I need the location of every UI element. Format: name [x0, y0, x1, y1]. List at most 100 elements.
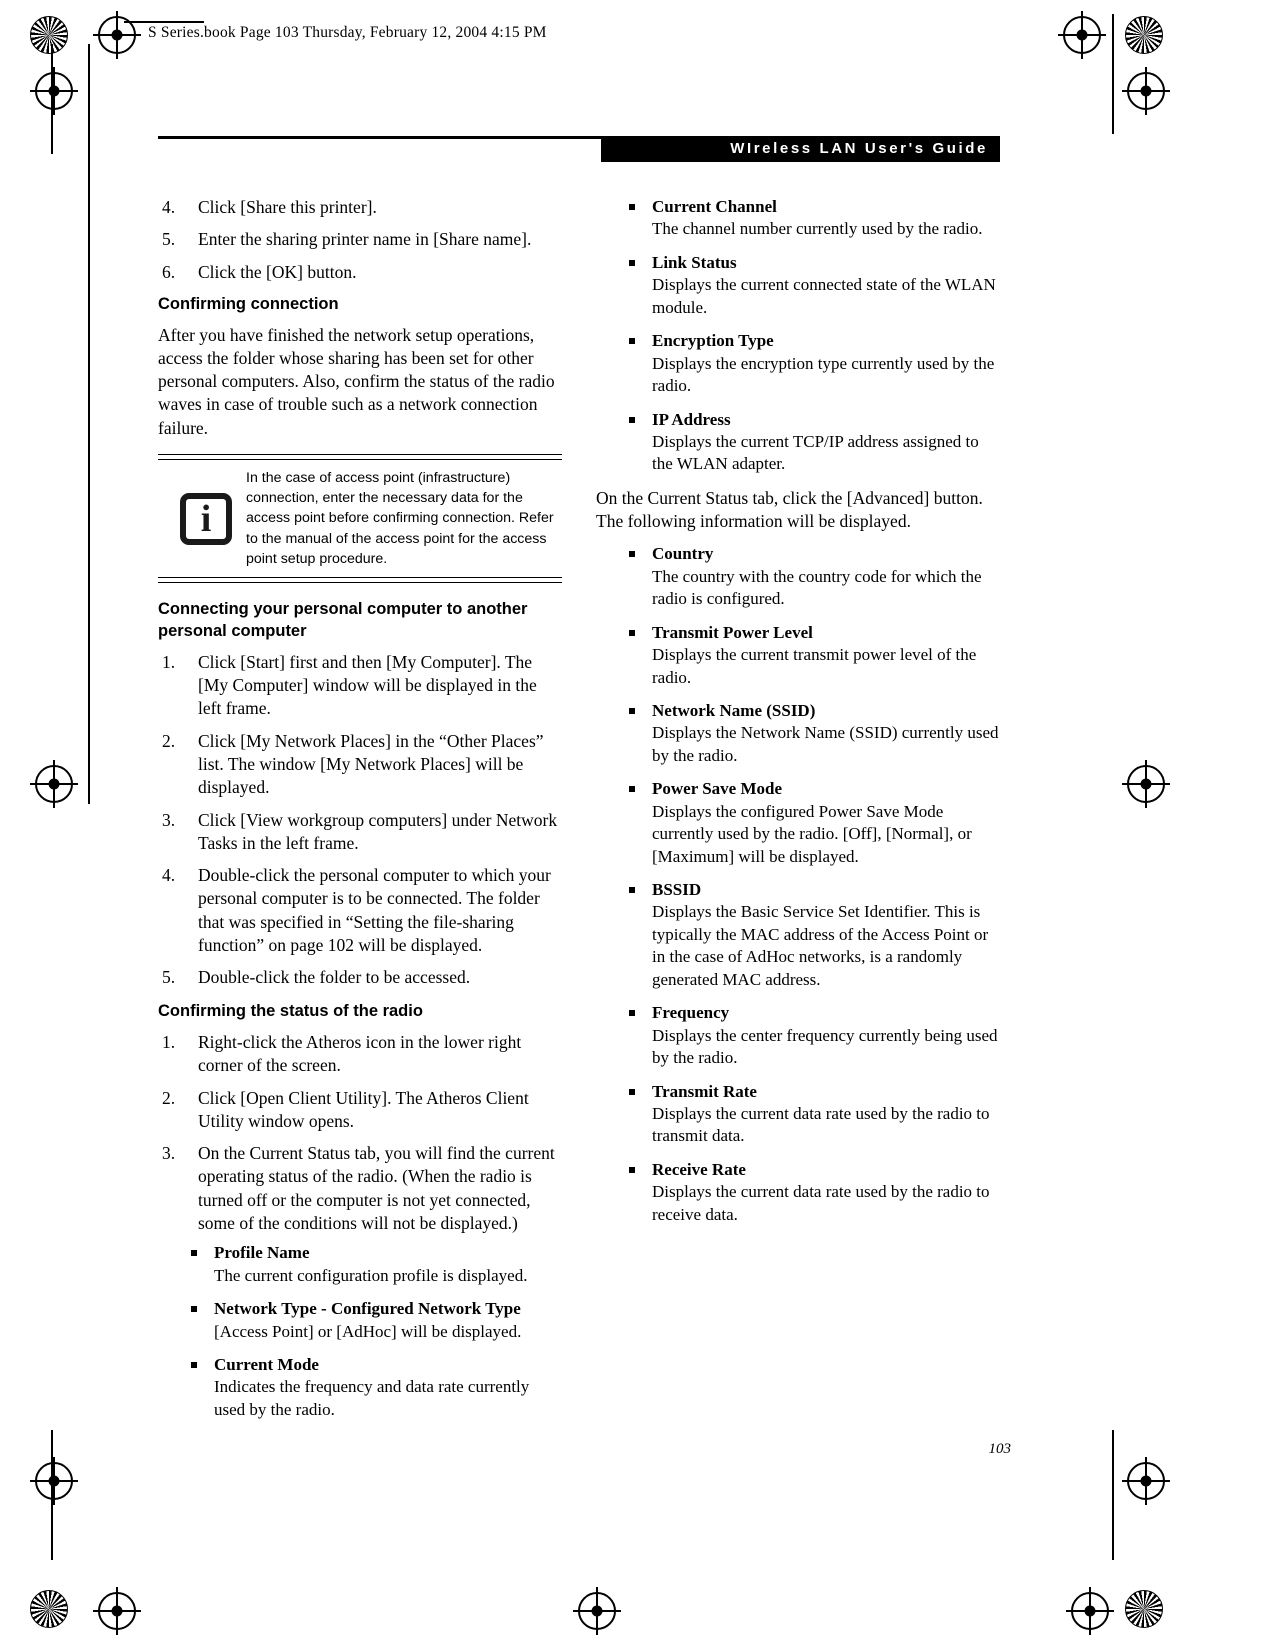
section-heading-status: Confirming the status of the radio: [158, 1002, 423, 1021]
section-heading-confirming-connection: Confirming connection: [158, 294, 339, 313]
paragraph-confirming-connection: After you have finished the network setu…: [158, 324, 555, 438]
definition-text: Displays the Basic Service Set Identifie…: [652, 902, 989, 989]
definition-term: Frequency: [652, 1003, 730, 1023]
list-item-text: Click the [OK] button.: [198, 261, 357, 282]
page-number: 103: [988, 1441, 1012, 1457]
list-item: 2. Click [Open Client Utility]. The Athe…: [158, 1087, 562, 1134]
note-rule-bottom: [158, 577, 562, 584]
square-bullet-icon: [629, 1010, 635, 1017]
definition-item: Frequency Displays the center frequency …: [624, 1002, 1000, 1069]
definition-item: Power Save Mode Displays the configured …: [624, 778, 1000, 868]
list-item-text: Double-click the personal computer to wh…: [198, 865, 551, 955]
definition-item: Network Type - Configured Network Type […: [186, 1298, 562, 1343]
definition-text: The country with the country code for wh…: [652, 566, 982, 609]
list-item-number: 5.: [162, 229, 176, 250]
definition-text: Displays the center frequency currently …: [652, 1025, 998, 1068]
list-item: 3. Click [View workgroup computers] unde…: [158, 809, 562, 856]
square-bullet-icon: [629, 551, 635, 558]
definition-text: Displays the current data rate used by t…: [652, 1182, 990, 1224]
list-item-text: Enter the sharing printer name in [Share…: [198, 229, 532, 250]
list-item-number: 5.: [162, 967, 176, 988]
file-header-rule: [124, 21, 204, 23]
definition-item: Transmit Rate Displays the current data …: [624, 1081, 1000, 1148]
list-item: 2. Click [My Network Places] in the “Oth…: [158, 730, 562, 800]
list-item-number: 1.: [162, 651, 176, 672]
list-item-number: 4.: [162, 197, 176, 217]
definition-term: Current Mode: [214, 1355, 319, 1374]
square-bullet-icon: [629, 338, 635, 345]
list-item: 4. Double-click the personal computer to…: [158, 864, 562, 957]
list-item-number: 2.: [162, 1087, 176, 1108]
list-item: 3. On the Current Status tab, you will f…: [158, 1142, 562, 1235]
running-head-banner: WIreless LAN User's Guide: [601, 136, 1000, 162]
definition-item: Network Name (SSID) Displays the Network…: [624, 700, 1000, 767]
definition-term: Link Status: [652, 252, 737, 272]
definition-term: Network Name (SSID): [652, 700, 816, 720]
definition-term: Power Save Mode: [652, 779, 782, 799]
list-item-number: 3.: [162, 809, 176, 830]
note-box-inner: i In the case of access point (infrastru…: [158, 460, 562, 577]
definition-term: Current Channel: [652, 197, 777, 216]
list-item-text: Click [View workgroup computers] under N…: [198, 809, 558, 853]
square-bullet-icon: [191, 1250, 197, 1257]
definition-text: Displays the encryption type currently u…: [652, 353, 995, 396]
square-bullet-icon: [629, 1166, 635, 1173]
list-item-number: 6.: [162, 261, 176, 282]
list-item-text: Double-click the folder to be accessed.: [198, 967, 471, 988]
definition-term: Profile Name: [214, 1243, 310, 1263]
square-bullet-icon: [629, 259, 635, 266]
list-item: 5. Enter the sharing printer name in [Sh…: [158, 228, 562, 251]
list-item-number: 1.: [162, 1032, 176, 1053]
list-item-text: Right-click the Atheros icon in the lowe…: [198, 1032, 522, 1076]
file-header-text: S Series.book Page 103 Thursday, Februar…: [148, 24, 547, 41]
definition-item: Profile Name The current configuration p…: [186, 1242, 562, 1287]
square-bullet-icon: [629, 416, 635, 423]
square-bullet-icon: [191, 1362, 197, 1368]
list-item: 6. Click the [OK] button.: [158, 261, 562, 284]
left-column: 4. Click [Share this printer]. 5. Enter …: [158, 196, 562, 1432]
square-bullet-icon: [191, 1306, 197, 1313]
definition-term: Transmit Power Level: [652, 622, 813, 642]
note-box: i In the case of access point (infrastru…: [158, 453, 562, 584]
definition-item: Current Mode Indicates the frequency and…: [186, 1354, 562, 1421]
definition-text: Displays the configured Power Save Mode …: [652, 801, 972, 866]
definition-item: Transmit Power Level Displays the curren…: [624, 622, 1000, 689]
paragraph-advanced: On the Current Status tab, click the [Ad…: [596, 487, 983, 532]
list-item-number: 4.: [162, 865, 176, 886]
list-item-text: Click [My Network Places] in the “Other …: [198, 730, 544, 798]
definition-item: IP Address Displays the current TCP/IP a…: [624, 409, 1000, 476]
definition-item: Encryption Type Displays the encryption …: [624, 330, 1000, 397]
definition-term: Receive Rate: [652, 1159, 746, 1179]
definition-term: Network Type - Configured Network Type: [214, 1299, 521, 1319]
square-bullet-icon: [629, 707, 635, 714]
document-page: S Series.book Page 103 Thursday, Februar…: [0, 0, 1263, 1650]
definition-text: Displays the current data rate used by t…: [652, 1103, 990, 1146]
square-bullet-icon: [629, 1088, 635, 1095]
list-item: 4. Click [Share this printer].: [158, 196, 562, 219]
right-column: Current Channel The channel number curre…: [596, 196, 1000, 1237]
list-item: 1. Right-click the Atheros icon in the l…: [158, 1031, 562, 1078]
definition-text: [Access Point] or [AdHoc] will be displa…: [214, 1321, 522, 1341]
definition-term: IP Address: [652, 409, 731, 429]
list-item-text: Click [Open Client Utility]. The Atheros…: [198, 1087, 529, 1131]
square-bullet-icon: [629, 629, 635, 636]
definition-text: The channel number currently used by the…: [652, 219, 983, 239]
info-icon: i: [180, 492, 232, 545]
definition-item: Country The country with the country cod…: [624, 543, 1000, 610]
list-item: 5. Double-click the folder to be accesse…: [158, 966, 562, 989]
definition-text: Indicates the frequency and data rate cu…: [214, 1377, 530, 1419]
list-item-text: Click [Start] first and then [My Compute…: [198, 651, 537, 719]
definition-item: Receive Rate Displays the current data r…: [624, 1159, 1000, 1226]
note-text: In the case of access point (infrastruct…: [246, 469, 554, 568]
section-heading-connecting: Connecting your personal computer to ano…: [158, 600, 528, 641]
definition-text: Displays the current transmit power leve…: [652, 645, 977, 687]
definition-term: Country: [652, 544, 714, 564]
list-item: 1. Click [Start] first and then [My Comp…: [158, 651, 562, 721]
definition-item: BSSID Displays the Basic Service Set Ide…: [624, 879, 1000, 991]
definition-term: BSSID: [652, 880, 702, 900]
definition-text: Displays the current connected state of …: [652, 275, 996, 317]
list-item-number: 2.: [162, 730, 176, 751]
definition-item: Link Status Displays the current connect…: [624, 252, 1000, 319]
square-bullet-icon: [629, 786, 635, 793]
definition-term: Transmit Rate: [652, 1081, 757, 1101]
